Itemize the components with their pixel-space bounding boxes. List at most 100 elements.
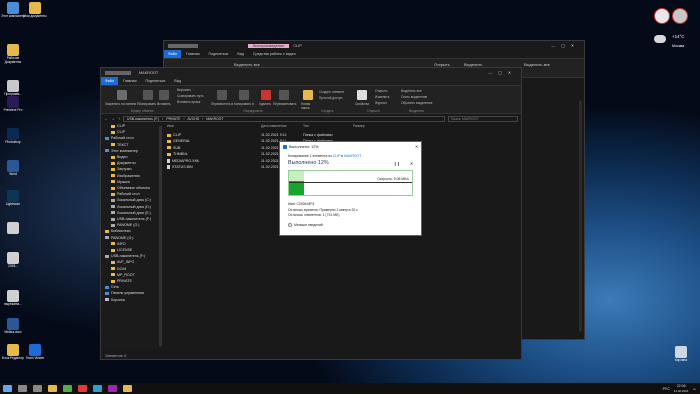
avatar[interactable] [654, 8, 670, 24]
desktop-icon[interactable]: Photoshop [0, 128, 26, 145]
language-indicator[interactable]: РУС [663, 387, 670, 391]
telegram-icon[interactable] [93, 385, 102, 392]
window-controls[interactable]: —▢✕ [551, 43, 580, 48]
nav-item[interactable]: Корзина [105, 297, 163, 303]
col-name[interactable]: Имя [167, 124, 261, 131]
breadcrumb-item[interactable]: USB-накопитель (F:) [127, 117, 159, 121]
desktop-icon[interactable]: Premiere Pro [0, 96, 26, 113]
breadcrumb-item[interactable]: PRIVATE [166, 117, 180, 121]
destination-link[interactable]: MAKROOT [344, 154, 361, 158]
back-context-menu[interactable]: Средства работы с видео [249, 50, 300, 58]
desktop-icon[interactable]: Team Viewer [22, 344, 48, 361]
back-window-scrollbar[interactable] [579, 101, 582, 331]
desktop-icon[interactable]: Word [0, 160, 26, 177]
explorer-icon[interactable] [48, 385, 57, 392]
back-tab-view[interactable]: Вид [233, 50, 248, 58]
new-folder-label[interactable]: Новая папка [301, 102, 317, 110]
window-controls[interactable]: —▢✕ [488, 70, 517, 75]
opera-icon[interactable] [78, 385, 87, 392]
chrome-icon[interactable] [63, 385, 72, 392]
rename-label[interactable]: Переименовать [273, 102, 296, 106]
back-ribbon-label-4[interactable]: Выделить все [524, 62, 550, 67]
back-tab-share[interactable]: Поделиться [205, 50, 233, 58]
desktop-icon[interactable]: Программ... [0, 80, 26, 97]
windows-start-icon[interactable] [3, 385, 12, 392]
context-tab-play[interactable]: Воспроизведение [248, 43, 290, 48]
move-label[interactable]: Переместить в [211, 102, 233, 106]
tab-home[interactable]: Главная [119, 77, 141, 85]
back-tab-file[interactable]: Файл [164, 50, 181, 58]
select-none-label[interactable]: Снять выделение [401, 95, 427, 99]
desktop-icon[interactable]: Lightroom [0, 190, 26, 207]
source-link[interactable]: CLIP [333, 154, 340, 158]
breadcrumb-item[interactable]: MAKROOT [206, 117, 223, 121]
col-date[interactable]: Дата изменения [261, 124, 303, 131]
properties-icon[interactable] [357, 90, 367, 100]
new-folder-icon[interactable] [303, 90, 313, 100]
close-icon[interactable]: ✕ [415, 144, 418, 149]
nav-scrollbar[interactable] [159, 126, 162, 346]
tab-view[interactable]: Вид [170, 77, 185, 85]
avatar-secondary[interactable] [672, 8, 688, 24]
copy-path-label[interactable]: Скопировать путь [177, 94, 203, 98]
paste-label[interactable]: Вставить [157, 102, 171, 106]
app-icon[interactable] [108, 385, 117, 392]
desktop-icon[interactable] [0, 222, 26, 235]
new-item-label[interactable]: Создать элемент [319, 90, 344, 94]
move-icon[interactable] [217, 90, 227, 100]
copy-label[interactable]: Копировать [139, 102, 156, 106]
explorer-active-icon[interactable] [123, 385, 132, 392]
tab-share[interactable]: Поделиться [142, 77, 170, 85]
desktop-icon[interactable]: 2035... [0, 252, 26, 269]
desktop-app-icon [7, 290, 19, 302]
back-tab-home[interactable]: Главная [182, 50, 204, 58]
less-details-button[interactable]: Меньше сведений [280, 219, 421, 227]
edit-label[interactable]: Изменить [375, 95, 389, 99]
invert-select-label[interactable]: Обратить выделение [401, 101, 432, 105]
copy-to-label[interactable]: Копировать в [234, 102, 254, 106]
copy-icon[interactable] [143, 90, 153, 100]
desktop-icon[interactable]: Мейка.docx [0, 318, 26, 335]
desktop-icon[interactable]: Мои документы [22, 2, 48, 19]
select-all-label[interactable]: Выделить все [401, 89, 422, 93]
desktop-icon[interactable]: Рабочие Документы [0, 44, 26, 64]
properties-label[interactable]: Свойства [355, 102, 369, 106]
clock[interactable]: 22:06 11.02.2021 [674, 384, 689, 393]
forward-arrow-icon[interactable]: → [111, 116, 115, 121]
copy-to-icon[interactable] [239, 90, 249, 100]
col-type[interactable]: Тип [303, 124, 353, 131]
search-input[interactable]: Поиск: MAKROOT [448, 115, 518, 122]
tab-file[interactable]: Файл [101, 77, 118, 85]
breadcrumb-item[interactable]: AVCHD [188, 117, 200, 121]
system-tray[interactable]: РУС 22:06 11.02.2021 ▭ [663, 384, 700, 393]
nav-item-label: Локальный диск (D:) [117, 204, 152, 209]
pin-label[interactable]: Закрепить на панели быстрого доступа [105, 102, 139, 106]
weather-widget[interactable]: +14°C Москва [654, 32, 694, 54]
nav-item-label: Сеть [111, 285, 119, 290]
nav-drive-icon [111, 223, 115, 227]
rename-icon[interactable] [279, 90, 289, 100]
recycle-bin[interactable]: Корзина [668, 346, 694, 363]
search-icon[interactable] [18, 385, 27, 392]
copy-progress-dialog[interactable]: Выполнено: 12% ✕ Копирование 1 элемента … [279, 141, 422, 236]
back-arrow-icon[interactable]: ← [104, 116, 108, 121]
pause-button[interactable]: ❙❙ [393, 161, 399, 166]
open-label[interactable]: Открыть [375, 89, 388, 93]
pin-icon[interactable] [117, 90, 127, 100]
paste-shortcut-label[interactable]: Вставить ярлык [177, 100, 200, 104]
task-view-icon[interactable] [33, 385, 42, 392]
paste-icon[interactable] [159, 90, 169, 100]
delete-label[interactable]: Удалить [259, 102, 271, 106]
desktop-icon[interactable]: вырежена... [0, 290, 26, 307]
notification-icon[interactable]: ▭ [693, 387, 696, 391]
easy-access-label[interactable]: Простой доступ [319, 96, 342, 100]
history-label[interactable]: Журнал [375, 101, 387, 105]
navigation-pane[interactable]: CLIP CLIP Рабочий стол ТЕКСТ Этот компьютер В… [101, 123, 163, 349]
breadcrumb[interactable]: USB-накопитель (F:) › PRIVATE › AVCHD › MAK… [123, 115, 445, 122]
file-name-text: STATUS.BIN [172, 164, 193, 169]
delete-icon[interactable] [261, 90, 271, 100]
cancel-icon[interactable]: ✕ [410, 161, 413, 166]
up-arrow-icon[interactable]: ↑ [118, 116, 120, 121]
col-size[interactable]: Размер [353, 124, 365, 131]
cut-label[interactable]: Вырезать [177, 88, 191, 92]
